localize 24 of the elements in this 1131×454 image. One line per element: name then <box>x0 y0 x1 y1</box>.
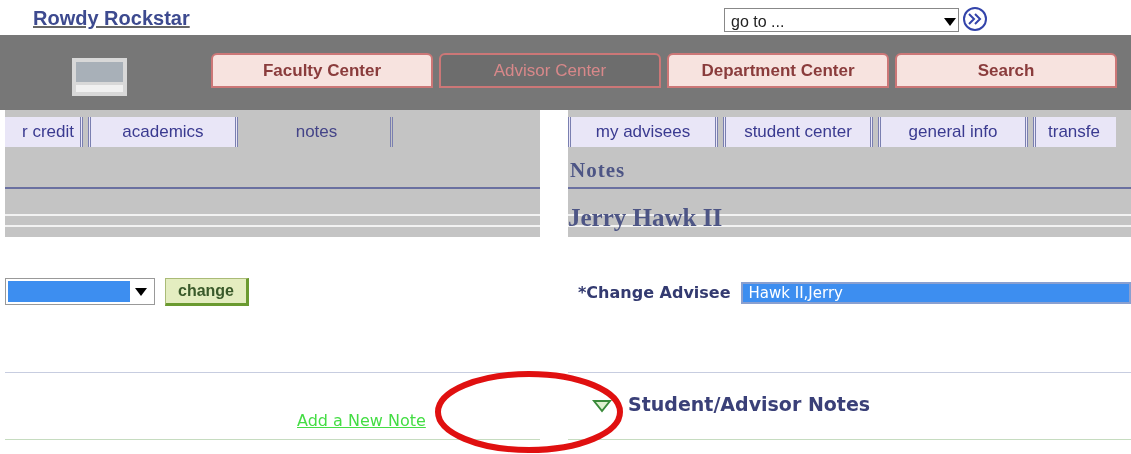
sub-tab[interactable]: notes <box>243 117 393 147</box>
change-button[interactable]: change <box>165 278 249 306</box>
goto-dropdown[interactable]: go to ... <box>724 8 959 32</box>
nav-tab[interactable]: Department Center <box>667 53 889 88</box>
advisee-dropdown[interactable] <box>5 278 155 305</box>
sub-tab[interactable]: general info <box>878 117 1028 147</box>
logo-icon <box>72 58 127 96</box>
section-title: Student/Advisor Notes <box>628 393 871 415</box>
sub-tab[interactable]: academics <box>88 117 238 147</box>
sub-tab[interactable]: my advisees <box>568 117 718 147</box>
go-button[interactable] <box>962 6 988 32</box>
field-label: *Change Advisee <box>578 283 731 302</box>
advisee-field[interactable]: Hawk II,Jerry <box>740 282 1131 304</box>
sub-tab[interactable]: student center <box>723 117 873 147</box>
nav-tab[interactable]: Search <box>895 53 1117 88</box>
user-name: Rowdy Rockstar <box>33 7 190 30</box>
sub-tab[interactable]: transfe <box>1033 117 1116 147</box>
page-title: Notes <box>570 158 626 183</box>
sub-tab[interactable]: r credit <box>5 117 83 147</box>
nav-tab[interactable]: Faculty Center <box>211 53 433 88</box>
student-name: Jerry Hawk II <box>568 204 723 232</box>
caret-icon <box>135 287 147 296</box>
caret-icon <box>944 18 956 26</box>
collapse-toggle-icon[interactable] <box>592 399 612 413</box>
